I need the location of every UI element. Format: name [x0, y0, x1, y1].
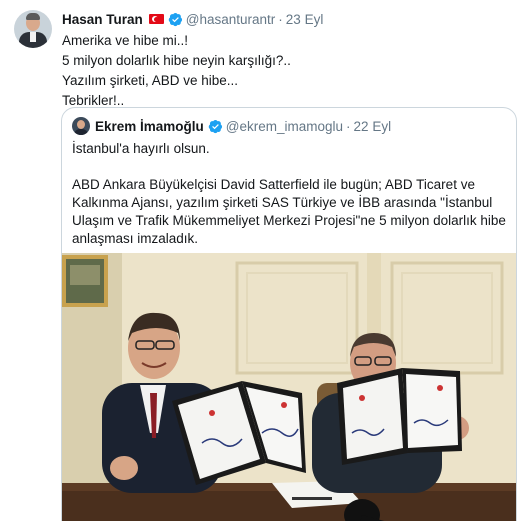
quoted-tweet-date: 22 Eyl [353, 118, 392, 134]
tweet-header: Hasan Turan @hasanturantr · 23 Eyl [62, 10, 323, 28]
header-separator: · [278, 11, 283, 27]
turkey-flag-icon [148, 14, 164, 24]
quoted-author-name: Ekrem İmamoğlu [95, 118, 204, 134]
quoted-author-avatar [72, 117, 90, 135]
author-handle[interactable]: @hasanturantr [186, 12, 276, 27]
tweet-text-line: Amerika ve hibe mi..! [62, 33, 189, 48]
quoted-text-paragraph: ABD Ankara Büyükelçisi David Satterfield… [72, 177, 506, 246]
tweet-date[interactable]: 23 Eyl [286, 12, 324, 27]
quoted-author-handle: @ekrem_imamoglu [225, 118, 344, 134]
tweet-text: Amerika ve hibe mi..! 5 milyon dolarlık … [62, 31, 291, 111]
quoted-text-line: İstanbul'a hayırlı olsun. [72, 141, 210, 156]
quoted-tweet[interactable]: Ekrem İmamoğlu @ekrem_imamoglu · 22 Eyl … [61, 107, 517, 521]
tweet-text-line: 5 milyon dolarlık hibe neyin karşılığı?.… [62, 53, 291, 68]
verified-badge-icon [208, 119, 223, 134]
header-separator: · [346, 118, 351, 134]
verified-badge-icon [168, 12, 183, 27]
quoted-tweet-photo[interactable] [62, 253, 516, 521]
tweet-text-line: Yazılım şirketi, ABD ve hibe... [62, 73, 239, 88]
author-avatar[interactable] [14, 10, 52, 48]
quoted-tweet-text: İstanbul'a hayırlı olsun. ABD Ankara Büy… [72, 140, 512, 248]
author-name[interactable]: Hasan Turan [62, 12, 143, 27]
tweet[interactable]: Hasan Turan @hasanturantr · 23 Eyl Ameri… [0, 0, 526, 521]
quoted-tweet-header: Ekrem İmamoğlu @ekrem_imamoglu · 22 Eyl [72, 117, 391, 135]
